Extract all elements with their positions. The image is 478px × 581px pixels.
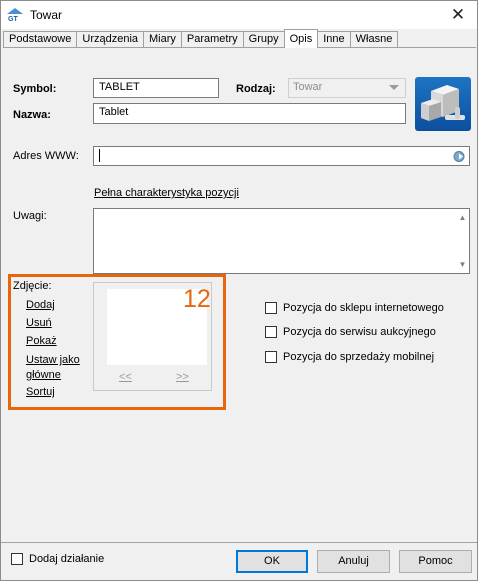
tab-grupy[interactable]: Grupy	[242, 31, 285, 48]
rodzaj-select: Towar	[288, 78, 406, 98]
full-description-link[interactable]: Pełna charakterystyka pozycji	[94, 187, 239, 199]
adres-www-label: Adres WWW:	[13, 150, 79, 162]
go-url-icon[interactable]	[453, 150, 466, 163]
rodzaj-label: Rodzaj:	[236, 83, 276, 95]
annotation-number: 12	[183, 285, 211, 313]
tab-inne[interactable]: Inne	[317, 31, 351, 48]
photo-sort-link[interactable]: Sortuj	[26, 386, 55, 398]
close-icon[interactable]: ✕	[447, 5, 469, 25]
nazwa-label: Nazwa:	[13, 109, 51, 121]
checkbox-auction[interactable]	[265, 326, 277, 338]
app-logo-icon: GT	[7, 8, 23, 22]
ok-button[interactable]: OK	[236, 550, 308, 573]
help-button[interactable]: Pomoc	[399, 550, 472, 573]
tab-bar: Podstawowe Urządzenia Miary Parametry Grupy O…	[3, 29, 399, 48]
checkbox-online-store[interactable]	[265, 302, 277, 314]
footer-separator	[1, 542, 477, 543]
checkbox-auction-label: Pozycja do serwisu aukcyjnego	[283, 326, 436, 338]
photo-show-link[interactable]: Pokaż	[26, 335, 57, 347]
checkbox-online-store-label: Pozycja do sklepu internetowego	[283, 302, 444, 314]
svg-text:GT: GT	[8, 16, 18, 22]
adres-www-field[interactable]	[93, 146, 470, 166]
tab-własne[interactable]: Własne	[349, 31, 399, 48]
uwagi-textarea[interactable]: ▲ ▼	[93, 208, 470, 274]
nazwa-field[interactable]: Tablet	[93, 103, 406, 124]
title-bar: GT Towar ✕	[1, 1, 477, 29]
rodzaj-value: Towar	[293, 81, 323, 93]
tab-opis[interactable]: Opis	[283, 29, 319, 48]
photo-label: Zdjęcie:	[13, 280, 52, 292]
tab-podstawowe[interactable]: Podstawowe	[3, 31, 78, 48]
photo-remove-link[interactable]: Usuń	[26, 317, 52, 329]
checkbox-mobile-sales[interactable]	[265, 351, 277, 363]
photo-add-link[interactable]: Dodaj	[26, 299, 55, 311]
tab-urządzenia[interactable]: Urządzenia	[76, 31, 145, 48]
dialog-window: GT Towar ✕ Podstawowe Urządzenia Miary Para…	[0, 0, 478, 581]
boxes-icon	[421, 85, 465, 121]
product-image-icon[interactable]	[415, 77, 471, 131]
photo-next-link[interactable]: >>	[176, 371, 189, 383]
symbol-field[interactable]: TABLET	[93, 78, 219, 98]
window-title: Towar	[30, 8, 63, 22]
add-action-label: Dodaj działanie	[29, 553, 105, 565]
photo-set-main-link[interactable]: Ustaw jako główne	[26, 353, 86, 383]
chevron-down-icon	[389, 85, 399, 90]
tab-miary[interactable]: Miary	[143, 31, 182, 48]
text-cursor	[99, 149, 100, 162]
scroll-up-icon[interactable]: ▲	[456, 211, 469, 224]
tab-parametry[interactable]: Parametry	[180, 31, 244, 48]
uwagi-label: Uwagi:	[13, 210, 47, 222]
checkbox-add-action[interactable]	[11, 553, 23, 565]
scroll-down-icon[interactable]: ▼	[456, 258, 469, 271]
symbol-label: Symbol:	[13, 83, 57, 95]
cancel-button[interactable]: Anuluj	[317, 550, 390, 573]
photo-prev-link[interactable]: <<	[119, 371, 132, 383]
checkbox-mobile-sales-label: Pozycja do sprzedaży mobilnej	[283, 351, 435, 363]
